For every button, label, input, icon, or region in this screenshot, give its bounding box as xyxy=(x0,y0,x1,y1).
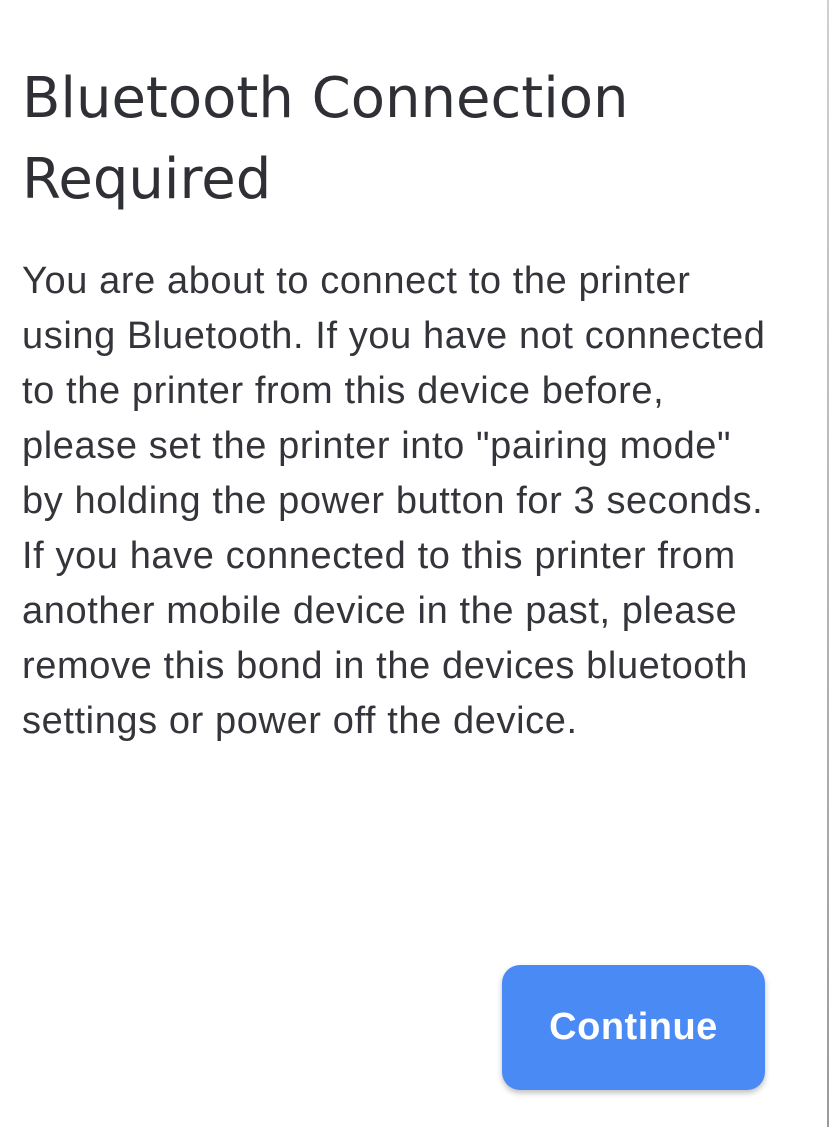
dialog-title: Bluetooth Connection Required xyxy=(22,66,629,212)
dialog-message: You are about to connect to the printer … xyxy=(22,260,766,742)
continue-button[interactable]: Continue xyxy=(502,965,765,1090)
bluetooth-dialog: Bluetooth Connection Required You are ab… xyxy=(0,0,827,1127)
